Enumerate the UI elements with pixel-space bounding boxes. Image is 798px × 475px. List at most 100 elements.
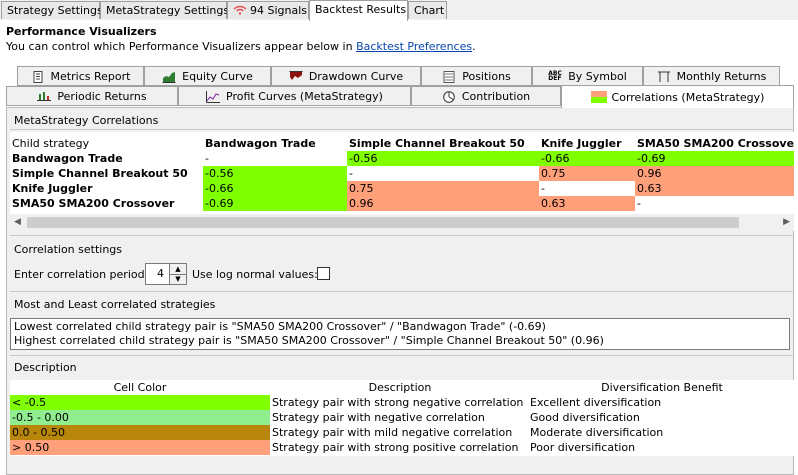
correlation-cell[interactable]: 0.63	[635, 181, 794, 196]
legend-row: -0.5 - 0.00 Strategy pair with negative c…	[10, 410, 794, 425]
tab-correlations[interactable]: Correlations (MetaStrategy)	[561, 85, 794, 108]
color-legend-table: Cell Color Description Diversification B…	[10, 380, 794, 456]
tab-backtest-results[interactable]: Backtest Results	[309, 0, 408, 21]
legend-row: > 0.50 Strategy pair with strong positive…	[10, 440, 794, 455]
correlation-cell[interactable]: -	[539, 181, 635, 196]
row-header: SMA50 SMA200 Crossover	[12, 197, 175, 210]
tab-drawdown-curve[interactable]: Drawdown Curve	[271, 66, 421, 86]
highest-correlated-text: Highest correlated child strategy pair i…	[14, 334, 604, 347]
correlation-period-stepper[interactable]: 4 ▲ ▼	[145, 263, 187, 285]
tab-label: Drawdown Curve	[308, 69, 404, 83]
row-header: Bandwagon Trade	[12, 152, 123, 165]
log-normal-checkbox[interactable]	[317, 267, 330, 280]
correlation-cell[interactable]: -0.69	[203, 196, 347, 211]
tab-monthly-returns[interactable]: Monthly Returns	[643, 66, 780, 86]
tab-chart[interactable]: Chart	[408, 1, 447, 19]
legend-header-benefit: Diversification Benefit	[601, 381, 723, 394]
pie-chart-icon	[442, 90, 456, 103]
page-title: Performance Visualizers	[6, 25, 157, 38]
settings-section-title: Correlation settings	[14, 243, 123, 256]
scroll-right-arrow-icon[interactable]: ▶	[783, 217, 790, 227]
backtest-preferences-link[interactable]: Backtest Preferences	[356, 40, 472, 53]
tab-label: Backtest Results	[315, 3, 407, 16]
legend-header-color: Cell Color	[113, 381, 167, 394]
row-header: Simple Channel Breakout 50	[12, 167, 188, 180]
legend-description: Strategy pair with strong negative corre…	[272, 396, 524, 409]
equity-chart-icon	[162, 71, 176, 83]
column-header: Bandwagon Trade	[205, 137, 316, 150]
tab-label: Correlations (MetaStrategy)	[611, 90, 765, 104]
scrollbar-thumb[interactable]	[27, 217, 739, 228]
tab-strategy-settings[interactable]: Strategy Settings	[1, 1, 103, 19]
tab-contribution[interactable]: Contribution	[411, 86, 561, 106]
tab-label: Strategy Settings	[7, 4, 103, 17]
main-tab-bar: Strategy Settings MetaStrategy Settings …	[0, 0, 798, 21]
tab-periodic-returns[interactable]: Periodic Returns	[6, 86, 178, 106]
tab-profit-curves[interactable]: Profit Curves (MetaStrategy)	[178, 86, 411, 106]
subtitle-prefix: You can control which Performance Visual…	[6, 40, 357, 53]
stepper-buttons: ▲ ▼	[169, 264, 186, 284]
legend-color-swatch: -0.5 - 0.00	[10, 410, 270, 425]
legend-row: 0.0 - 0.50 Strategy pair with mild negati…	[10, 425, 794, 440]
legend-description: Strategy pair with negative correlation	[272, 411, 485, 424]
correlation-cell[interactable]: -0.69	[635, 151, 794, 166]
description-section-title: Description	[14, 361, 77, 374]
correlation-grid[interactable]: Child strategy Bandwagon Trade Simple Ch…	[10, 132, 794, 214]
most-least-textbox[interactable]: Lowest correlated child strategy pair is…	[10, 318, 790, 350]
correlation-cell[interactable]: 0.96	[347, 196, 539, 211]
correlation-cell[interactable]: -	[347, 166, 539, 181]
correlation-cell[interactable]: 0.63	[539, 196, 635, 211]
section-divider	[10, 235, 794, 236]
correlation-cell[interactable]: -	[635, 196, 794, 211]
legend-benefit: Excellent diversification	[530, 396, 662, 409]
decrement-arrow-icon[interactable]: ▼	[170, 274, 186, 284]
tab-label: Positions	[462, 69, 511, 83]
tab-by-symbol[interactable]: ABC DEF By Symbol	[532, 66, 643, 86]
tab-metrics-report[interactable]: Metrics Report	[17, 66, 144, 86]
tab-label: Monthly Returns	[676, 69, 767, 83]
correlation-cell[interactable]: 0.75	[539, 166, 635, 181]
color-swatch-icon	[590, 91, 607, 103]
tab-metastrategy-settings[interactable]: MetaStrategy Settings	[100, 1, 229, 19]
tab-label: Periodic Returns	[57, 89, 147, 103]
section-divider	[10, 291, 794, 292]
table-row: SMA50 SMA200 Crossover -0.69 0.96 0.63-	[10, 196, 794, 211]
legend-header-description: Description	[368, 381, 432, 394]
correlation-cell[interactable]: -0.56	[347, 151, 539, 166]
tab-label: By Symbol	[568, 69, 627, 83]
tab-equity-curve[interactable]: Equity Curve	[144, 66, 271, 86]
legend-description: Strategy pair with mild negative correla…	[272, 426, 513, 439]
tab-label: Chart	[414, 4, 445, 17]
table-row: Simple Channel Breakout 50 -0.56-0.75 0.96	[10, 166, 794, 181]
tab-label: Contribution	[461, 89, 531, 103]
correlation-period-value[interactable]: 4	[157, 267, 164, 280]
tab-label: Metrics Report	[50, 69, 131, 83]
correlation-cell[interactable]: -0.66	[539, 151, 635, 166]
correlation-cell[interactable]: -	[203, 151, 347, 166]
section-divider	[10, 355, 794, 356]
tab-positions[interactable]: Positions	[421, 66, 532, 86]
tab-label: 94 Signals	[250, 4, 308, 17]
page-subtitle: You can control which Performance Visual…	[6, 40, 476, 53]
document-icon	[31, 70, 45, 83]
tab-signals[interactable]: 94 Signals	[227, 1, 309, 19]
grid-horizontal-scrollbar[interactable]: ◀ ▶	[10, 214, 794, 231]
legend-benefit: Poor diversification	[530, 441, 636, 454]
legend-row: < -0.5 Strategy pair with strong negative…	[10, 395, 794, 410]
wifi-signal-icon	[233, 5, 247, 15]
correlation-cell[interactable]: -0.56	[203, 166, 347, 181]
table-row: Knife Juggler -0.66 0.75-0.63	[10, 181, 794, 196]
bar-chart-icon	[37, 91, 52, 102]
correlation-period-label: Enter correlation period:	[14, 268, 149, 281]
correlation-cell[interactable]: -0.66	[203, 181, 347, 196]
correlation-cell[interactable]: 0.96	[635, 166, 794, 181]
column-header: Simple Channel Breakout 50	[349, 137, 525, 150]
correlations-section-title: MetaStrategy Correlations	[14, 114, 159, 127]
legend-benefit: Moderate diversification	[530, 426, 664, 439]
log-normal-label: Use log normal values:	[192, 268, 318, 281]
scroll-left-arrow-icon[interactable]: ◀	[14, 217, 21, 227]
correlation-cell[interactable]: 0.75	[347, 181, 539, 196]
legend-color-swatch: > 0.50	[10, 440, 270, 455]
grid-header-row: Child strategy Bandwagon Trade Simple Ch…	[10, 136, 794, 151]
legend-description: Strategy pair with strong positive corre…	[272, 441, 519, 454]
